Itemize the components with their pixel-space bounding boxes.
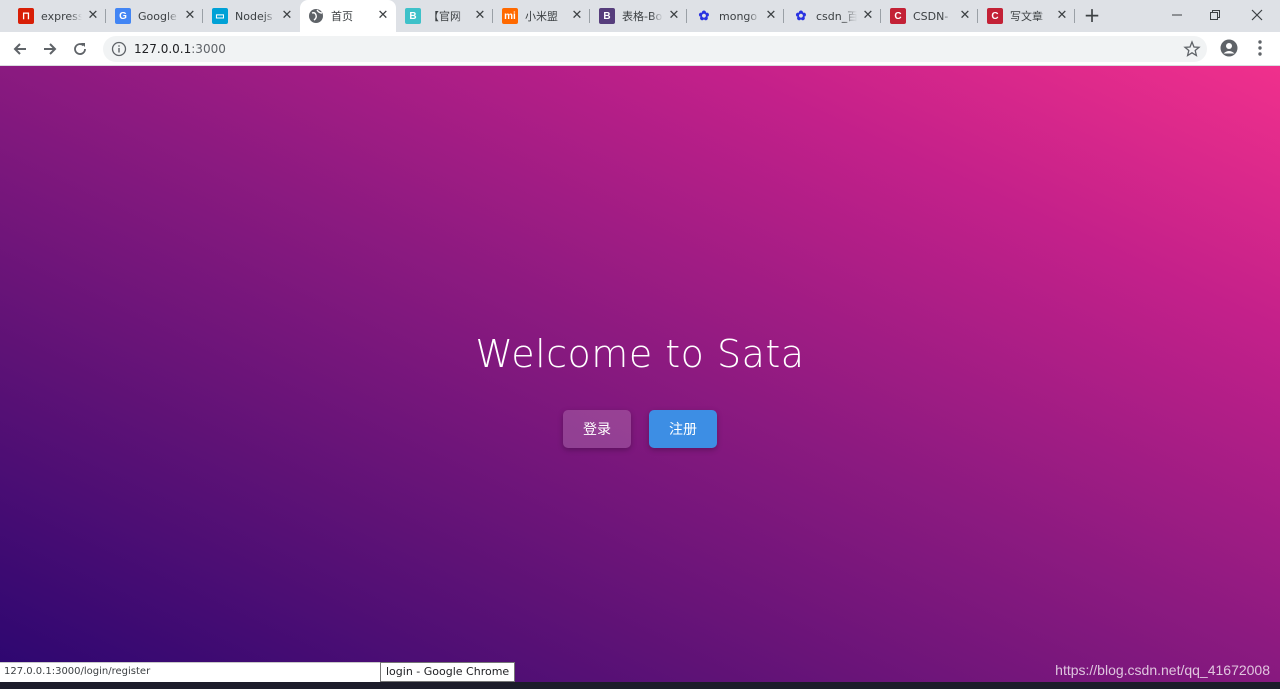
status-link-preview: 127.0.0.1:3000/login/register	[0, 662, 424, 682]
url-host: 127.0.0.1	[134, 42, 192, 56]
os-taskbar	[0, 682, 1280, 689]
back-button[interactable]	[8, 37, 32, 61]
tab-nodejs[interactable]: ▭ Nodejs ✕	[204, 4, 300, 28]
url-port: :3000	[191, 42, 226, 56]
tab-home[interactable]: 首页 ✕	[300, 0, 396, 32]
arrow-right-icon	[44, 43, 57, 55]
new-tab-button[interactable]: +	[1081, 5, 1103, 27]
close-icon[interactable]: ✕	[570, 9, 584, 23]
close-icon[interactable]: ✕	[473, 9, 487, 23]
bookmark-star-icon[interactable]	[1183, 40, 1201, 58]
restore-button[interactable]	[1192, 0, 1238, 30]
tab-strip: ⊓ express ✕ G Google ✕ ▭ Nodejs ✕ 首页 ✕ B…	[0, 0, 1280, 32]
url-text: 127.0.0.1:3000	[134, 41, 226, 57]
close-icon[interactable]: ✕	[861, 9, 875, 23]
tab-express[interactable]: ⊓ express ✕	[10, 4, 106, 28]
baidu-paw-icon: ✿	[795, 8, 807, 23]
tab-title: mongo	[719, 9, 758, 23]
tab-csdn-baidu[interactable]: ✿ csdn_百 ✕	[785, 4, 881, 28]
close-icon[interactable]: ✕	[764, 9, 778, 23]
tab-title: 表格-Bo	[622, 10, 663, 23]
bilibili-icon: ▭	[212, 8, 228, 24]
red-square-icon: ⊓	[18, 8, 34, 24]
tab-title: 首页	[331, 10, 353, 23]
tab-title: 【官网	[428, 10, 461, 23]
tab-title: Nodejs	[235, 9, 273, 23]
close-icon[interactable]: ✕	[183, 9, 197, 23]
close-icon[interactable]: ✕	[376, 9, 390, 23]
close-icon[interactable]: ✕	[1055, 9, 1069, 23]
tab-title: 小米盟	[525, 10, 558, 23]
profile-avatar-icon[interactable]	[1220, 39, 1238, 57]
csdn-icon: C	[890, 8, 906, 24]
globe-icon	[308, 8, 324, 24]
page-content: Welcome to Sata 登录 注册 127.0.0.1:3000/log…	[0, 66, 1280, 689]
tab-title: express	[41, 9, 82, 23]
tab-official[interactable]: B 【官网 ✕	[397, 4, 493, 28]
tab-xiaomi[interactable]: mi 小米盟 ✕	[494, 4, 590, 28]
tab-csdn[interactable]: C CSDN- ✕	[882, 4, 978, 28]
close-icon[interactable]: ✕	[280, 9, 294, 23]
close-icon[interactable]: ✕	[958, 9, 972, 23]
tab-write-article[interactable]: C 写文章 ✕	[979, 4, 1075, 28]
reload-icon	[74, 43, 86, 55]
close-icon	[1251, 9, 1263, 21]
kebab-menu-icon[interactable]	[1252, 39, 1268, 57]
register-button[interactable]: 注册	[649, 410, 717, 448]
page-title: Welcome to Sata	[475, 332, 805, 376]
tab-mongo[interactable]: ✿ mongo ✕	[688, 4, 784, 28]
bootstrap-icon: B	[599, 8, 615, 24]
tab-title: Google	[138, 9, 177, 23]
tab-title: csdn_百	[816, 10, 857, 23]
login-button[interactable]: 登录	[563, 410, 631, 448]
baidu-paw-icon: ✿	[698, 8, 710, 23]
tab-title: 写文章	[1010, 10, 1043, 23]
tab-bootstrap[interactable]: B 表格-Bo ✕	[591, 4, 687, 28]
csdn-icon: C	[987, 8, 1003, 24]
restore-icon	[1210, 10, 1220, 20]
close-window-button[interactable]	[1234, 0, 1280, 30]
letter-b-icon: B	[405, 8, 421, 24]
address-bar[interactable]: 127.0.0.1:3000	[103, 36, 1207, 62]
tab-title: CSDN-	[913, 9, 949, 23]
forward-button[interactable]	[38, 37, 62, 61]
info-icon[interactable]	[111, 41, 127, 57]
close-icon[interactable]: ✕	[667, 9, 681, 23]
watermark-text: https://blog.csdn.net/qq_41672008	[1055, 662, 1270, 678]
mi-icon: mi	[502, 8, 518, 24]
window-tooltip: login - Google Chrome	[380, 662, 516, 682]
browser-toolbar: 127.0.0.1:3000	[0, 32, 1280, 66]
close-icon[interactable]: ✕	[86, 9, 100, 23]
google-translate-icon: G	[115, 8, 131, 24]
minimize-icon	[1172, 14, 1182, 16]
reload-button[interactable]	[68, 37, 92, 61]
tab-google[interactable]: G Google ✕	[107, 4, 203, 28]
browser-window: ⊓ express ✕ G Google ✕ ▭ Nodejs ✕ 首页 ✕ B…	[0, 0, 1280, 689]
arrow-left-icon	[13, 43, 26, 55]
